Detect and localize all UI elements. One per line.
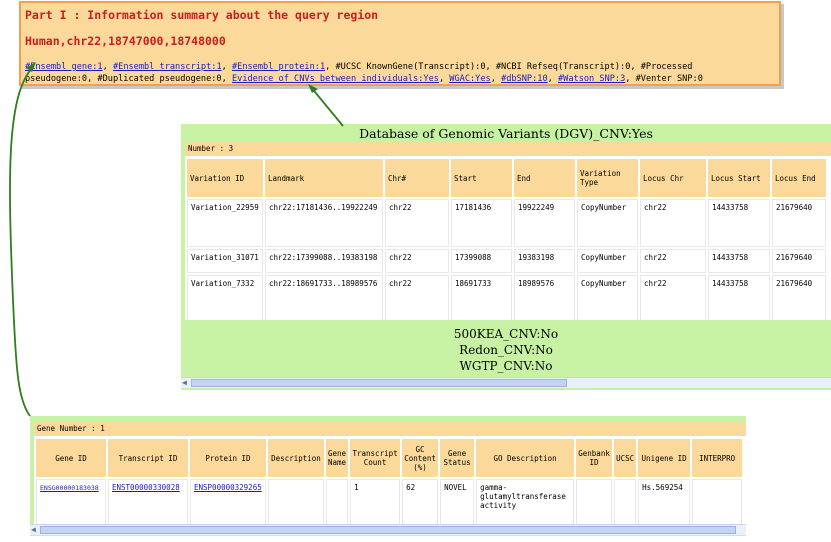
connector-lines [9,62,344,417]
gene-connector-arrowhead [26,62,36,72]
cnv-connector-arrowhead [308,84,318,93]
gene-connector-curve [9,66,34,417]
cnv-connector-line [309,85,344,127]
